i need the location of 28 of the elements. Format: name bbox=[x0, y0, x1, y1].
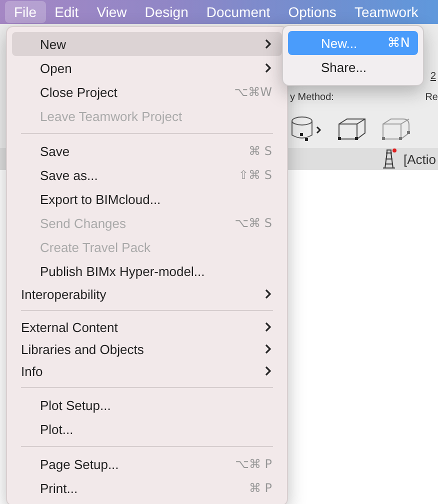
menu-item[interactable]: Plot... bbox=[12, 417, 282, 441]
column-label: Re bbox=[425, 92, 438, 103]
menu-item[interactable]: Share... bbox=[288, 55, 418, 79]
menu-item[interactable]: Save as... ⇧⌘ S bbox=[12, 163, 282, 187]
menu-item[interactable]: New bbox=[12, 32, 282, 56]
shortcut-text: ⌘N bbox=[387, 36, 410, 50]
menu-item[interactable]: Libraries and Objects bbox=[12, 338, 282, 360]
menu-item[interactable]: Publish BIMx Hyper-model... bbox=[12, 259, 282, 283]
shortcut-text: ⌥⌘W bbox=[234, 85, 272, 99]
status-text: [Actio bbox=[403, 152, 436, 166]
page-number: 2 bbox=[430, 71, 436, 82]
shortcut-text: ⌘ P bbox=[248, 481, 272, 495]
shortcut-text: ⇧⌘ S bbox=[238, 168, 272, 182]
menu-item[interactable]: Close Project ⌥⌘W bbox=[12, 80, 282, 104]
menu-item[interactable]: Save ⌘ S bbox=[12, 139, 282, 163]
lighthouse-icon[interactable] bbox=[381, 148, 398, 170]
menu-item[interactable]: Plot Setup... bbox=[12, 393, 282, 417]
shortcut-text: ⌥⌘ S bbox=[234, 216, 272, 230]
menu-item[interactable]: Print... ⌘ P bbox=[12, 476, 282, 500]
menu-item[interactable]: Export to BIMcloud... bbox=[12, 187, 282, 211]
menu-item[interactable]: Page Setup... ⌥⌘ P bbox=[12, 452, 282, 476]
menu-item[interactable]: Open bbox=[12, 56, 282, 80]
method-label: y Method: bbox=[290, 92, 334, 103]
menu-item[interactable]: Interoperability bbox=[12, 283, 282, 305]
shortcut-text: ⌘ S bbox=[248, 144, 272, 158]
menu-item[interactable]: External Content bbox=[12, 316, 282, 338]
shortcut-text: ⌥⌘ P bbox=[235, 457, 272, 471]
menu-item[interactable]: Info bbox=[12, 360, 282, 382]
